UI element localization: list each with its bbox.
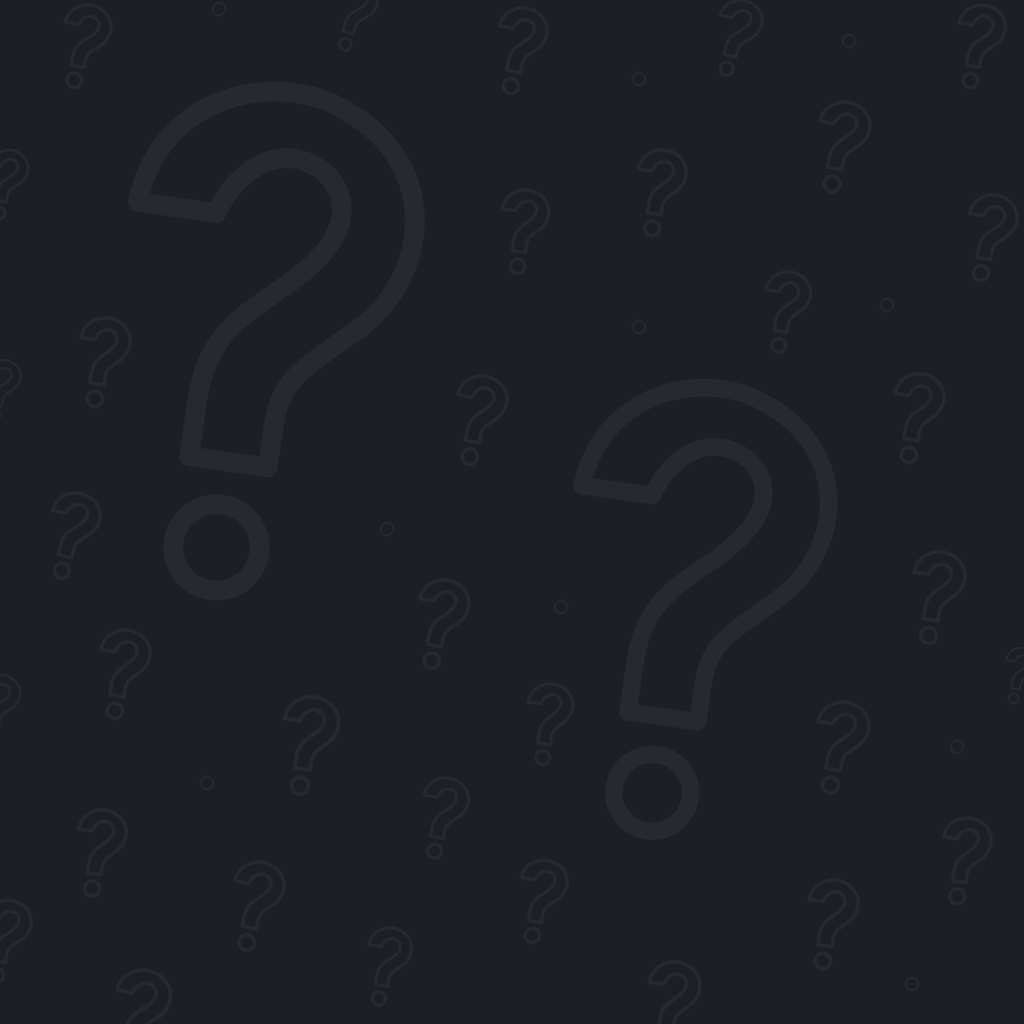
large-question-mark-icon	[86, 73, 432, 611]
question-mark-pattern	[0, 0, 1024, 1024]
dot-icon	[949, 739, 965, 755]
small-question-mark-icon	[444, 370, 513, 471]
small-question-mark-icon	[486, 2, 553, 100]
small-question-mark-icon	[325, 0, 383, 57]
small-question-mark-icon	[704, 0, 768, 83]
small-question-mark-icon	[508, 854, 573, 949]
small-question-mark-icon	[883, 368, 949, 469]
small-question-mark-icon	[0, 670, 25, 749]
small-question-mark-icon	[627, 145, 691, 242]
small-question-mark-icon	[806, 96, 876, 199]
small-question-mark-icon	[756, 267, 815, 358]
small-question-mark-icon	[902, 546, 970, 650]
small-question-mark-icon	[0, 356, 25, 426]
small-question-mark-icon	[99, 963, 178, 1024]
small-question-mark-icon	[804, 696, 875, 800]
small-question-mark-icon	[0, 145, 33, 224]
small-question-mark-icon	[272, 691, 344, 800]
small-question-mark-icon	[0, 894, 37, 989]
small-question-mark-icon	[637, 956, 705, 1024]
small-question-mark-icon	[221, 856, 290, 957]
dot-icon	[631, 71, 647, 87]
dot-icon	[211, 1, 227, 17]
small-question-mark-icon	[494, 185, 553, 278]
dot-icon	[904, 976, 920, 992]
small-question-mark-icon	[356, 922, 417, 1011]
small-question-mark-icon	[406, 574, 475, 675]
small-question-mark-icon	[997, 644, 1024, 708]
dot-icon	[879, 297, 895, 313]
small-question-mark-icon	[37, 486, 106, 586]
small-question-mark-icon	[411, 772, 474, 864]
small-question-mark-icon	[797, 874, 863, 975]
dot-icon	[553, 599, 569, 615]
dot-icon	[841, 33, 857, 49]
small-question-mark-icon	[956, 189, 1023, 287]
small-question-mark-icon	[67, 805, 131, 902]
small-question-mark-icon	[946, 0, 1011, 94]
dot-icon	[379, 521, 395, 537]
dot-icon	[199, 775, 215, 791]
question-mark-wallpaper	[0, 0, 1024, 1024]
small-question-mark-icon	[932, 813, 996, 910]
small-question-mark-icon	[50, 0, 117, 95]
small-question-mark-icon	[520, 680, 577, 769]
small-question-mark-icon	[89, 624, 155, 725]
dot-icon	[631, 319, 647, 335]
large-question-mark-icon	[536, 372, 843, 850]
small-question-mark-icon	[69, 312, 135, 413]
